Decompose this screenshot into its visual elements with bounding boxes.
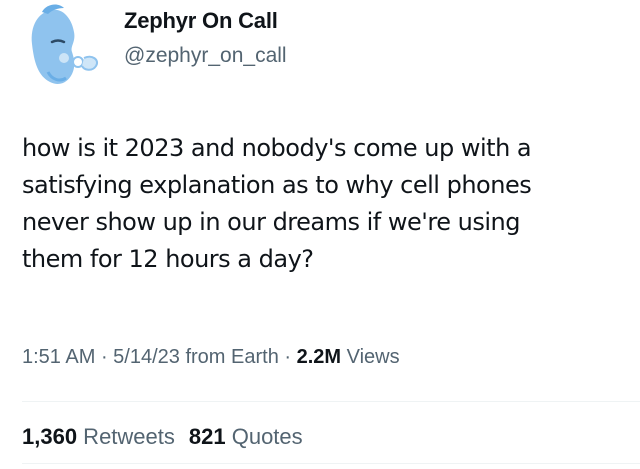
tweet-text: how is it 2023 and nobody's come up with… xyxy=(22,130,640,278)
views-count: 2.2M xyxy=(296,346,342,368)
quotes-link[interactable]: 821 Quotes xyxy=(189,424,303,449)
tweet-timestamp[interactable]: 1:51 AM xyxy=(22,346,95,368)
tweet-meta: 1:51 AM · 5/14/23 from Earth · 2.2M View… xyxy=(22,346,400,369)
tweet-text-line: them for 12 hours a day? xyxy=(22,245,314,273)
tweet-source: from Earth xyxy=(179,346,279,368)
author-name[interactable]: Zephyr On Call xyxy=(124,8,278,34)
zephyr-wind-face-icon xyxy=(31,4,98,85)
retweets-link[interactable]: 1,360 Retweets xyxy=(22,424,175,449)
tweet-text-line: how is it 2023 and nobody's come up with… xyxy=(22,134,532,162)
avatar[interactable] xyxy=(12,2,108,98)
quotes-label: Quotes xyxy=(225,424,303,449)
tweet: Zephyr On Call @zephyr_on_call how is it… xyxy=(0,0,640,469)
views-label: Views xyxy=(341,346,400,368)
retweets-label: Retweets xyxy=(77,424,175,449)
meta-separator: · xyxy=(95,346,114,368)
tweet-stats: 1,360 Retweets 821 Quotes xyxy=(22,424,303,450)
divider xyxy=(22,401,640,402)
quotes-count: 821 xyxy=(188,424,226,449)
author-handle[interactable]: @zephyr_on_call xyxy=(124,44,287,68)
tweet-date[interactable]: 5/14/23 xyxy=(113,346,180,368)
retweets-count: 1,360 xyxy=(22,424,78,449)
tweet-text-line: satisfying explanation as to why cell ph… xyxy=(22,171,532,199)
tweet-text-line: never show up in our dreams if we're usi… xyxy=(22,208,520,236)
divider xyxy=(22,463,640,464)
meta-separator: · xyxy=(278,346,297,368)
